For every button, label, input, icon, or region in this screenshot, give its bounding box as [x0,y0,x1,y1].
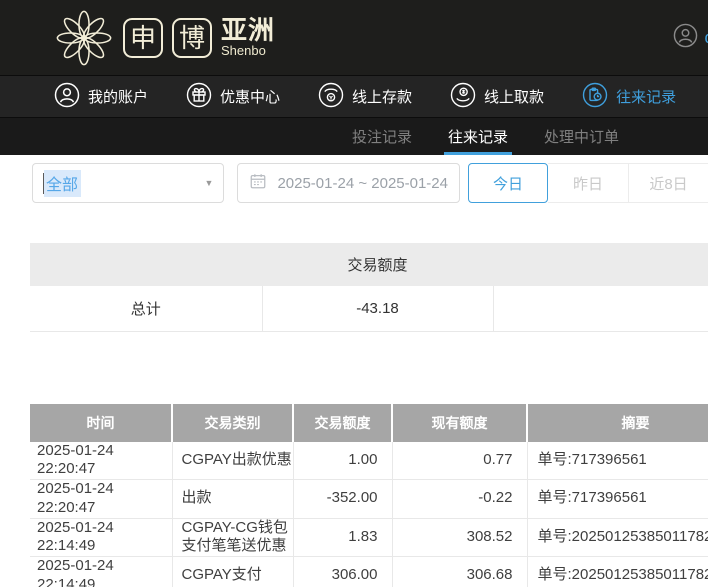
chevron-down-icon: ▼ [205,178,214,188]
cell-type: 出款 [172,480,293,519]
cell-note: 单号:202501253850117820 [527,518,708,557]
username-text: q [705,28,708,48]
nav-item-deposit[interactable]: 线上存款 [318,82,412,112]
cell-note: 单号:202501253850117820 [527,557,708,587]
deposit-icon [318,82,344,112]
cell-balance: 0.77 [392,442,527,480]
nav-label: 线上存款 [352,86,412,107]
cell-time: 2025-01-24 22:20:47 [30,442,172,480]
cell-amount: -352.00 [293,480,392,519]
summary-total-row: 总计 -43.18 [30,286,708,331]
filter-row: 全部 ▼ 2025-01-24 ~ 2025-01-24 今日 昨日 近8日 [32,163,708,203]
col-header-time: 时间 [30,404,172,442]
nav-label: 往来记录 [616,86,676,107]
gift-icon [186,82,212,112]
records-icon [582,82,608,112]
tab-label: 投注记录 [352,126,412,147]
cell-balance: -0.22 [392,480,527,519]
brand-logo[interactable]: 申 博 亚洲 Shenbo [54,8,275,68]
summary-header-empty [493,243,708,286]
logo-char-shen: 申 [123,18,163,58]
nav-label: 线上取款 [484,86,544,107]
cell-amount: 1.00 [293,442,392,480]
logo-char-bo: 博 [172,18,212,58]
date-range-value: 2025-01-24 ~ 2025-01-24 [277,175,448,192]
summary-total-label: 总计 [30,286,262,331]
records-header-row: 时间 交易类别 交易额度 现有额度 摘要 [30,404,708,442]
logo-subtitle: Shenbo [221,44,275,58]
cell-type: CGPAY出款优惠 [172,442,293,480]
flower-logo-icon [54,8,114,68]
cell-time: 2025-01-24 22:20:47 [30,480,172,519]
sub-nav: 投注记录 往来记录 处理中订单 [0,117,708,155]
tab-label: 往来记录 [448,126,508,147]
cell-amount: 1.83 [293,518,392,557]
selected-type-value: 全部 [44,170,81,197]
nav-label: 优惠中心 [220,86,280,107]
nav-item-promotions[interactable]: 优惠中心 [186,82,280,112]
table-row: 2025-01-24 22:20:47 CGPAY出款优惠 1.00 0.77 … [30,442,708,480]
cell-type: CGPAY-CG钱包支付笔笔送优惠 [172,518,293,557]
last-8-days-button[interactable]: 近8日 [628,163,708,203]
app-window: 申 博 亚洲 Shenbo q [0,0,708,587]
cell-note: 单号:717396561 [527,442,708,480]
col-header-type: 交易类别 [172,404,293,442]
summary-total-value: -43.18 [262,286,493,331]
summary-empty-cell [493,286,708,331]
date-range-picker[interactable]: 2025-01-24 ~ 2025-01-24 [237,163,460,203]
withdraw-icon [450,82,476,112]
quick-range-buttons: 今日 昨日 近8日 [468,163,708,203]
cell-amount: 306.00 [293,557,392,587]
calendar-icon [249,172,267,195]
summary-amount-header: 交易额度 [262,243,493,286]
account-chip[interactable]: q [673,23,708,53]
tab-pending-orders[interactable]: 处理中订单 [544,118,619,155]
today-button[interactable]: 今日 [468,163,548,203]
cell-balance: 306.68 [392,557,527,587]
user-avatar-icon [673,23,698,53]
col-header-amount: 交易额度 [293,404,392,442]
cell-type: CGPAY支付 [172,557,293,587]
top-header: 申 博 亚洲 Shenbo q [0,0,708,75]
summary-table: 交易额度 总计 -43.18 [30,243,708,332]
table-row: 2025-01-24 22:20:47 出款 -352.00 -0.22 单号:… [30,480,708,519]
nav-item-withdraw[interactable]: 线上取款 [450,82,544,112]
nav-label: 我的账户 [88,86,148,107]
records-table: 时间 交易类别 交易额度 现有额度 摘要 2025-01-24 22:20:47… [30,404,708,587]
summary-header-row: 交易额度 [30,243,708,286]
cell-time: 2025-01-24 22:14:49 [30,557,172,587]
tab-label: 处理中订单 [544,126,619,147]
main-nav: 我的账户 优惠中心 线上存款 [0,75,708,117]
tab-betting-records[interactable]: 投注记录 [352,118,412,155]
yesterday-button[interactable]: 昨日 [548,163,628,203]
logo-region-text: 亚洲 [221,17,275,44]
cell-time: 2025-01-24 22:14:49 [30,518,172,557]
user-icon [54,82,80,112]
nav-item-my-account[interactable]: 我的账户 [54,82,148,112]
col-header-note: 摘要 [527,404,708,442]
summary-header-empty [30,243,262,286]
cell-balance: 308.52 [392,518,527,557]
table-row: 2025-01-24 22:14:49 CGPAY支付 306.00 306.6… [30,557,708,587]
logo-region: 亚洲 Shenbo [221,17,275,58]
table-row: 2025-01-24 22:14:49 CGPAY-CG钱包支付笔笔送优惠 1.… [30,518,708,557]
nav-item-transactions[interactable]: 往来记录 [582,82,676,112]
col-header-balance: 现有额度 [392,404,527,442]
transaction-type-select[interactable]: 全部 ▼ [32,163,224,203]
cell-note: 单号:717396561 [527,480,708,519]
tab-transaction-records[interactable]: 往来记录 [448,118,508,155]
